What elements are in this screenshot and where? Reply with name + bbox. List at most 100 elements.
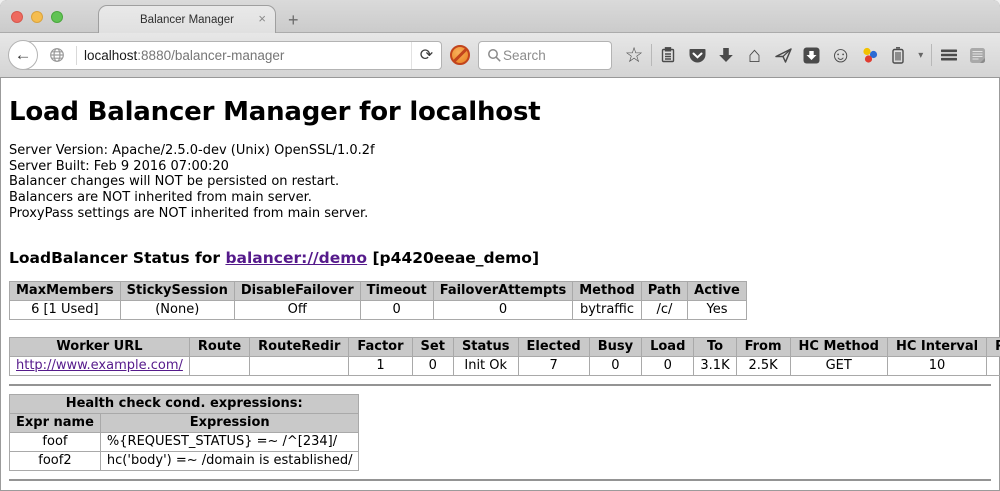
new-tab-button[interactable]: + (288, 11, 299, 29)
addon-dropdown-caret-icon[interactable]: ▾ (915, 42, 927, 68)
col-passes: Passes (987, 337, 1000, 356)
cell-elected: 7 (518, 356, 589, 375)
navigation-toolbar: ← localhost:8880/balancer-manager ⟳ ☆ (0, 33, 1000, 78)
cell-passes: 1 (0) (987, 356, 1000, 375)
balancers-warning-line: Balancers are NOT inherited from main se… (9, 190, 991, 206)
pocket-icon[interactable] (685, 42, 709, 68)
table-row: foof %{REQUEST_STATUS} =~ /^[234]/ (10, 432, 359, 451)
clipboard-icon[interactable] (656, 42, 680, 68)
tab-strip: Balancer Manager × + (0, 0, 1000, 33)
cell-worker-url: http://www.example.com/ (10, 356, 190, 375)
table-row: 6 [1 Used] (None) Off 0 0 bytraffic /c/ … (10, 300, 747, 319)
cell-to: 3.1K (694, 356, 736, 375)
balancer-summary-table: MaxMembers StickySession DisableFailover… (9, 281, 747, 320)
proxypass-warning-line: ProxyPass settings are NOT inherited fro… (9, 206, 991, 222)
col-method: Method (573, 281, 641, 300)
downloads-icon[interactable] (714, 42, 738, 68)
table-row: foof2 hc('body') =~ /domain is establish… (10, 451, 359, 470)
section-divider (9, 384, 991, 386)
urlbar-divider (76, 46, 77, 65)
cell-stickysession: (None) (120, 300, 234, 319)
window-controls (11, 11, 63, 23)
col-maxmembers: MaxMembers (10, 281, 121, 300)
cell-expression: hc('body') =~ /domain is established/ (100, 451, 359, 470)
tab-close-icon[interactable]: × (258, 12, 266, 25)
smiley-chat-addon-icon[interactable]: ☺ (829, 42, 853, 68)
close-window-button[interactable] (11, 11, 23, 23)
script-blocker-addon-icon[interactable] (450, 45, 470, 65)
globe-icon[interactable] (45, 42, 69, 68)
menu-hamburger-icon[interactable] (937, 42, 961, 68)
url-bar[interactable]: localhost:8880/balancer-manager ⟳ (22, 41, 442, 70)
col-load: Load (642, 337, 694, 356)
col-expression: Expression (100, 413, 359, 432)
col-status: Status (453, 337, 518, 356)
cell-hc-method: GET (790, 356, 887, 375)
col-path: Path (641, 281, 687, 300)
cell-routeredir (250, 356, 349, 375)
bookmark-star-icon[interactable]: ☆ (622, 42, 646, 68)
send-plane-icon[interactable] (771, 42, 795, 68)
col-hc-interval: HC Interval (887, 337, 986, 356)
notes-grid-addon-icon[interactable] (966, 42, 990, 68)
cell-method: bytraffic (573, 300, 641, 319)
cell-busy: 0 (589, 356, 641, 375)
col-factor: Factor (349, 337, 412, 356)
status-heading-prefix: LoadBalancer Status for (9, 249, 225, 267)
url-host: localhost (84, 48, 137, 63)
table-header-row: Worker URL Route RouteRedir Factor Set S… (10, 337, 1000, 356)
video-download-helper-icon[interactable] (800, 42, 824, 68)
col-routeredir: RouteRedir (250, 337, 349, 356)
col-timeout: Timeout (360, 281, 433, 300)
search-bar[interactable] (478, 41, 612, 70)
worker-table: Worker URL Route RouteRedir Factor Set S… (9, 337, 1000, 376)
col-from: From (736, 337, 790, 356)
reload-button[interactable]: ⟳ (411, 42, 441, 69)
loadbalancer-status-heading: LoadBalancer Status for balancer://demo … (9, 249, 991, 267)
col-stickysession: StickySession (120, 281, 234, 300)
table-header-row: Expr name Expression (10, 413, 359, 432)
tab-balancer-manager[interactable]: Balancer Manager × (98, 5, 276, 33)
health-check-table: Health check cond. expressions: Expr nam… (9, 394, 359, 471)
col-active: Active (688, 281, 747, 300)
cell-timeout: 0 (360, 300, 433, 319)
cell-path: /c/ (641, 300, 687, 319)
cell-active: Yes (688, 300, 747, 319)
table-header-row: MaxMembers StickySession DisableFailover… (10, 281, 747, 300)
home-icon[interactable]: ⌂ (743, 42, 767, 68)
table-title-row: Health check cond. expressions: (10, 394, 359, 413)
server-version-line: Server Version: Apache/2.5.0-dev (Unix) … (9, 143, 991, 159)
cell-from: 2.5K (736, 356, 790, 375)
col-route: Route (189, 337, 249, 356)
worker-row: http://www.example.com/ 1 0 Init Ok 7 0 … (10, 356, 1000, 375)
page-title: Load Balancer Manager for localhost (9, 97, 991, 127)
cell-expr-name: foof (10, 432, 101, 451)
cell-maxmembers: 6 [1 Used] (10, 300, 121, 319)
colored-dots-addon-icon[interactable] (857, 42, 881, 68)
cell-expr-name: foof2 (10, 451, 101, 470)
col-failoverattempts: FailoverAttempts (433, 281, 573, 300)
col-set: Set (412, 337, 453, 356)
back-button[interactable]: ← (8, 40, 38, 70)
minimize-window-button[interactable] (31, 11, 43, 23)
cell-load: 0 (642, 356, 694, 375)
cell-set: 0 (412, 356, 453, 375)
url-path: :8880/balancer-manager (137, 48, 284, 63)
cell-status: Init Ok (453, 356, 518, 375)
col-busy: Busy (589, 337, 641, 356)
search-input[interactable] (503, 48, 595, 63)
status-heading-suffix: [p4420eeae_demo] (367, 249, 539, 267)
server-info-block: Server Version: Apache/2.5.0-dev (Unix) … (9, 143, 991, 222)
battery-clipper-addon-icon[interactable] (886, 42, 910, 68)
page-content: Load Balancer Manager for localhost Serv… (0, 97, 1000, 481)
balancer-demo-link[interactable]: balancer://demo (225, 249, 367, 267)
persist-warning-line: Balancer changes will NOT be persisted o… (9, 174, 991, 190)
cell-route (189, 356, 249, 375)
col-expr-name: Expr name (10, 413, 101, 432)
browser-window: Balancer Manager × + ← localhost:8880/ba… (0, 0, 1000, 491)
cell-expression: %{REQUEST_STATUS} =~ /^[234]/ (100, 432, 359, 451)
tab-title: Balancer Manager (140, 14, 234, 26)
col-to: To (694, 337, 736, 356)
worker-url-link[interactable]: http://www.example.com/ (16, 358, 183, 373)
zoom-window-button[interactable] (51, 11, 63, 23)
